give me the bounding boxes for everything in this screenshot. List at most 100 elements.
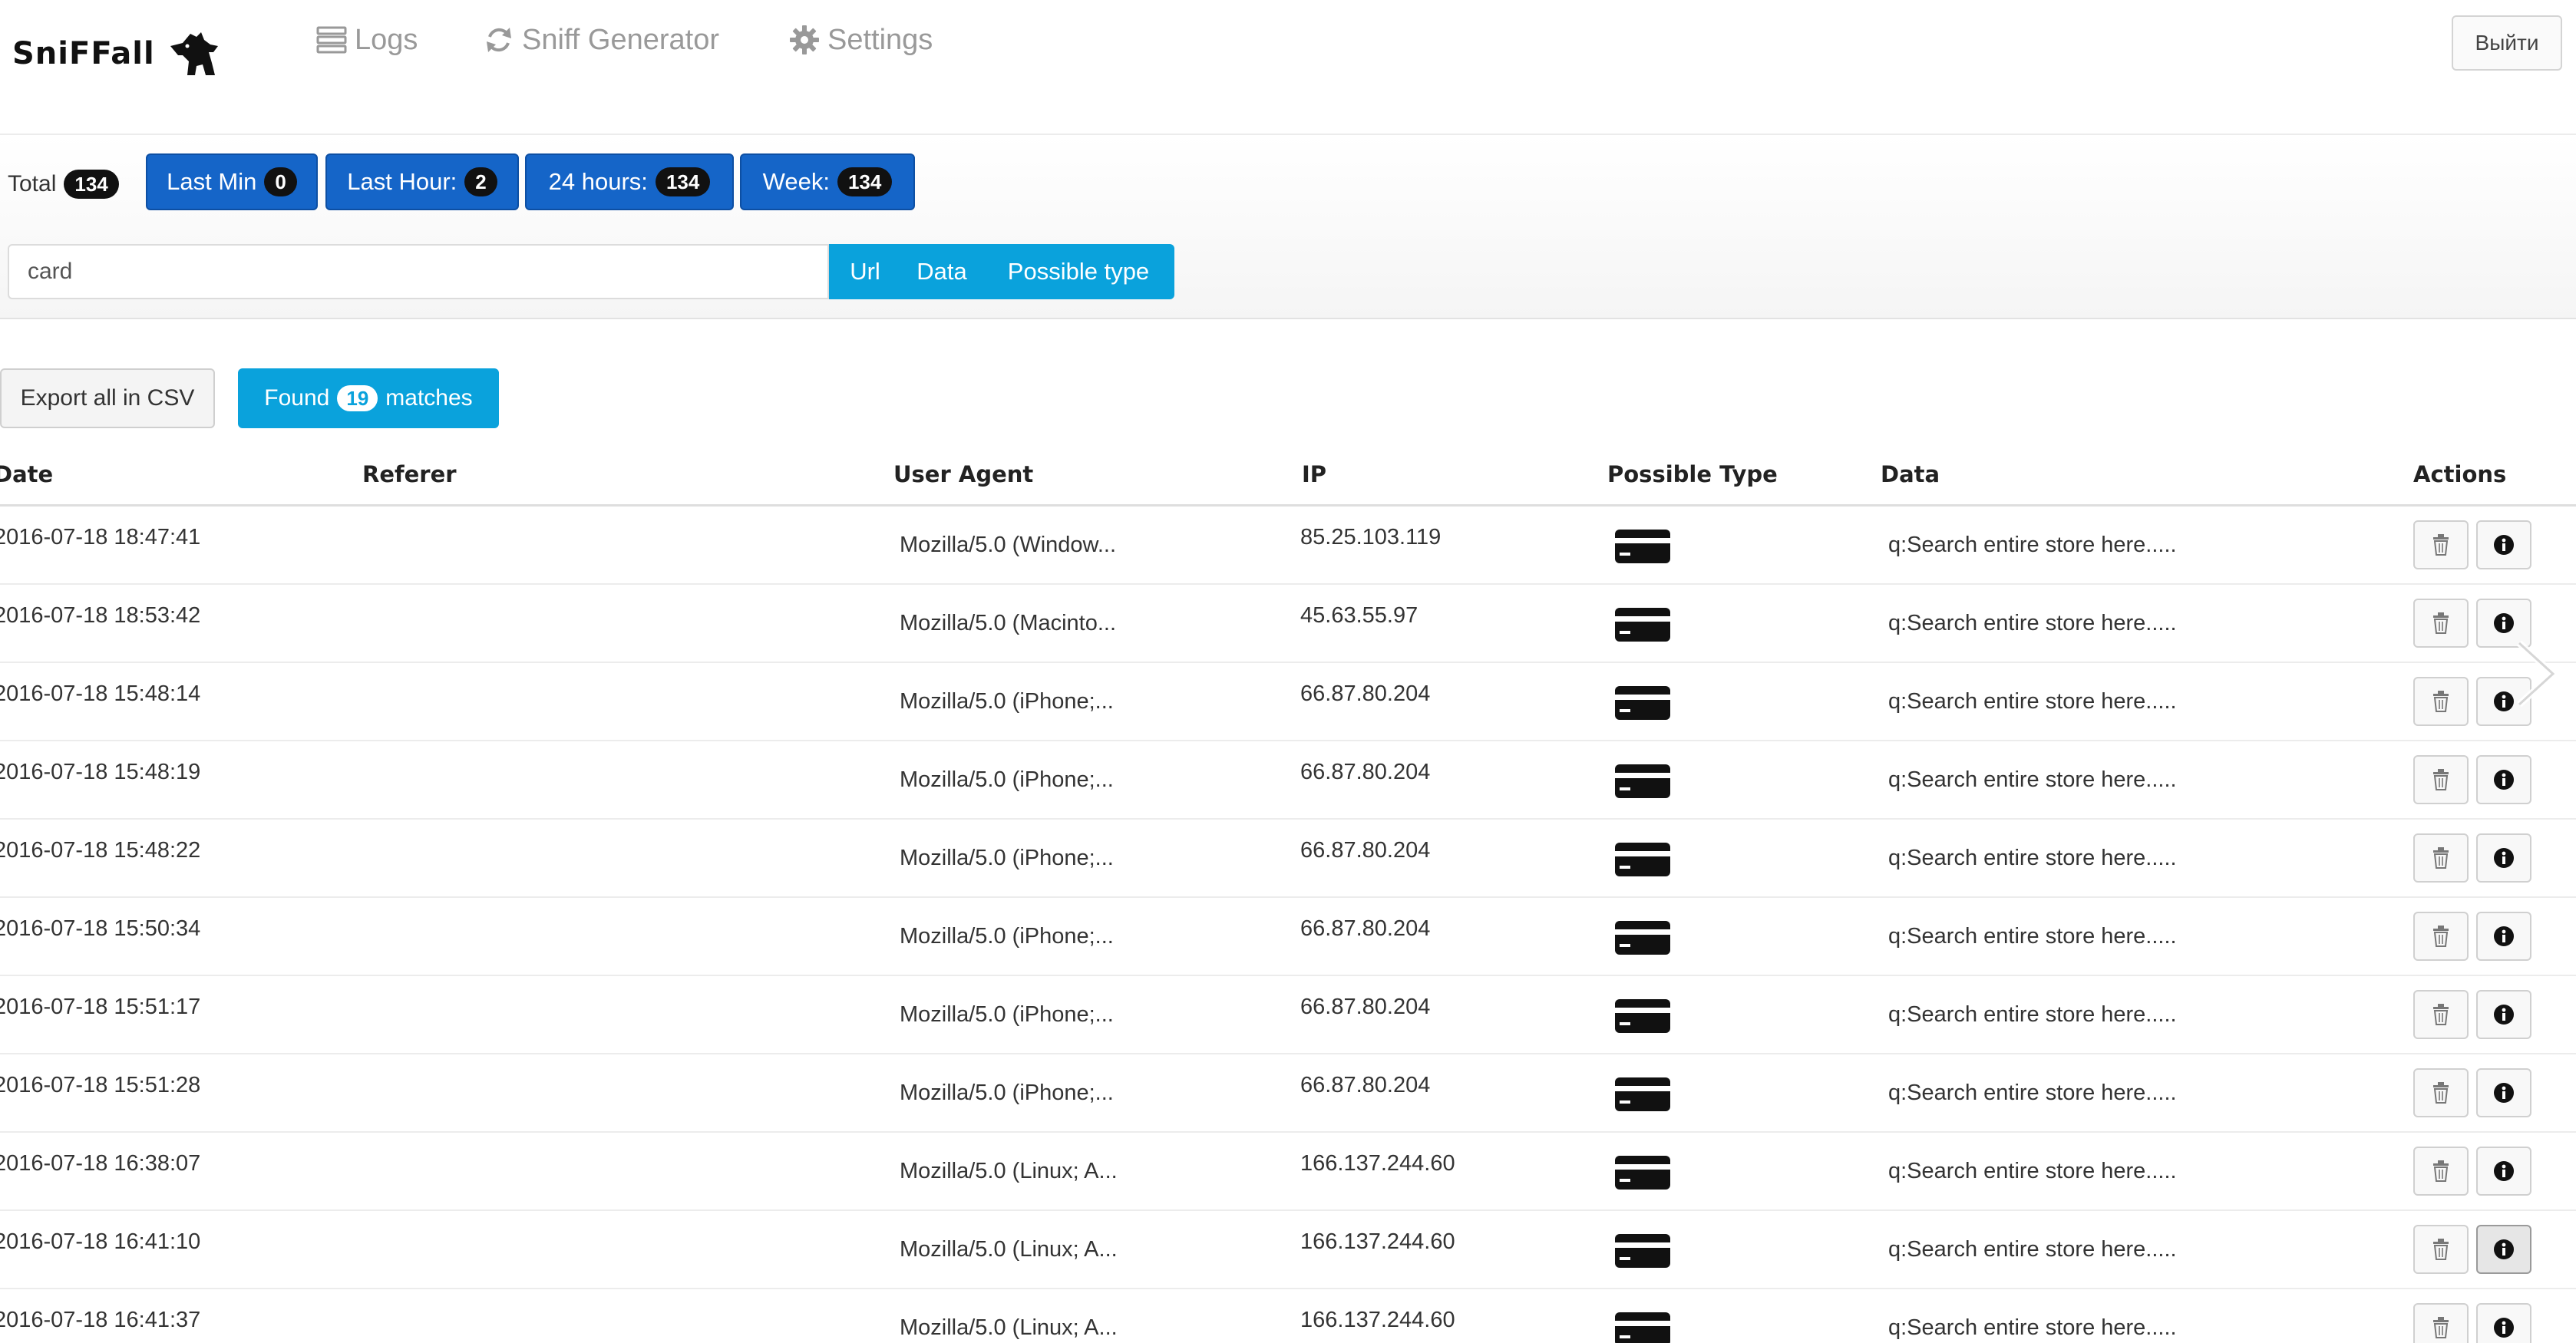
nav-settings-label: Settings xyxy=(827,23,933,56)
delete-button[interactable] xyxy=(2413,755,2469,804)
info-icon xyxy=(2494,1005,2514,1025)
table-row: 2016-07-18 15:50:34 Mozilla/5.0 (iPhone;… xyxy=(0,898,2576,976)
last-hour-badge: 2 xyxy=(464,167,497,196)
nav-settings[interactable]: Settings xyxy=(789,17,933,63)
table-row: 2016-07-18 18:47:41 Mozilla/5.0 (Window.… xyxy=(0,507,2576,585)
info-icon xyxy=(2494,535,2514,555)
last-min-badge: 0 xyxy=(264,167,297,196)
delete-button[interactable] xyxy=(2413,599,2469,648)
cell-user-agent: Mozilla/5.0 (Window... xyxy=(900,533,1117,557)
delete-button[interactable] xyxy=(2413,677,2469,726)
filter-url-button[interactable]: Url xyxy=(829,244,901,299)
cell-ip: 66.87.80.204 xyxy=(1300,838,1431,863)
24-hours-badge: 134 xyxy=(655,167,711,196)
cell-user-agent: Mozilla/5.0 (iPhone;... xyxy=(900,846,1114,870)
info-button[interactable] xyxy=(2476,520,2531,569)
filter-panel: Total 134 Last Min 0 Last Hour: 2 24 hou… xyxy=(0,135,2576,319)
cell-ip: 66.87.80.204 xyxy=(1300,916,1431,941)
column-header-referer[interactable]: Referer xyxy=(362,453,457,507)
info-button[interactable] xyxy=(2476,1147,2531,1196)
last-min-label: Last Min xyxy=(167,168,257,195)
credit-card-icon xyxy=(1615,530,1670,563)
last-min-button[interactable]: Last Min 0 xyxy=(146,153,318,210)
export-csv-button[interactable]: Export all in CSV xyxy=(0,368,215,428)
cell-date: 2016-07-18 16:41:37 xyxy=(0,1308,201,1332)
trash-icon xyxy=(2433,1160,2449,1182)
credit-card-icon xyxy=(1615,1156,1670,1190)
info-button[interactable] xyxy=(2476,833,2531,883)
logout-button[interactable]: Выйти xyxy=(2452,15,2562,71)
info-button[interactable] xyxy=(2476,1225,2531,1274)
delete-button[interactable] xyxy=(2413,833,2469,883)
nav-logs[interactable]: Logs xyxy=(316,17,418,63)
delete-button[interactable] xyxy=(2413,1068,2469,1117)
info-button[interactable] xyxy=(2476,1068,2531,1117)
cell-data: q:Search entire store here..... xyxy=(1888,1237,2177,1262)
nav-logs-label: Logs xyxy=(355,23,418,56)
brand[interactable]: SniFFall xyxy=(12,29,221,78)
info-button[interactable] xyxy=(2476,912,2531,961)
filter-possible-type-button[interactable]: Possible type xyxy=(983,244,1174,299)
info-icon xyxy=(2494,613,2514,633)
column-header-user-agent[interactable]: User Agent xyxy=(893,453,1033,507)
week-button[interactable]: Week: 134 xyxy=(740,153,915,210)
nav-sniff-generator[interactable]: Sniff Generator xyxy=(484,17,719,63)
column-header-possible-type[interactable]: Possible Type xyxy=(1607,453,1778,507)
delete-button[interactable] xyxy=(2413,520,2469,569)
info-icon xyxy=(2494,1161,2514,1181)
search-filter-group: Url Data Possible type xyxy=(829,244,1174,299)
trash-icon xyxy=(2433,1004,2449,1025)
info-icon xyxy=(2494,770,2514,790)
column-header-data[interactable]: Data xyxy=(1881,453,1940,507)
dog-logo-icon xyxy=(170,32,218,75)
trash-icon xyxy=(2433,769,2449,790)
cell-date: 2016-07-18 16:41:10 xyxy=(0,1229,201,1254)
delete-button[interactable] xyxy=(2413,990,2469,1039)
credit-card-icon xyxy=(1615,921,1670,955)
cell-ip: 66.87.80.204 xyxy=(1300,1073,1431,1097)
last-hour-label: Last Hour: xyxy=(347,168,457,195)
cell-date: 2016-07-18 15:51:28 xyxy=(0,1073,201,1097)
column-header-date[interactable]: Date xyxy=(0,453,53,507)
total-label: Total xyxy=(8,171,57,196)
credit-card-icon xyxy=(1615,1077,1670,1111)
refresh-icon xyxy=(487,28,511,52)
info-button[interactable] xyxy=(2476,1303,2531,1343)
table-row: 2016-07-18 15:51:28 Mozilla/5.0 (iPhone;… xyxy=(0,1054,2576,1133)
table-row: 2016-07-18 16:41:10 Mozilla/5.0 (Linux; … xyxy=(0,1211,2576,1289)
trash-icon xyxy=(2433,847,2449,869)
info-icon xyxy=(2494,926,2514,946)
delete-button[interactable] xyxy=(2413,912,2469,961)
cell-ip: 66.87.80.204 xyxy=(1300,995,1431,1019)
last-hour-button[interactable]: Last Hour: 2 xyxy=(325,153,519,210)
info-icon xyxy=(2494,1318,2514,1338)
cell-data: q:Search entire store here..... xyxy=(1888,1002,2177,1027)
delete-button[interactable] xyxy=(2413,1303,2469,1343)
found-matches-button[interactable]: Found 19 matches xyxy=(238,368,499,428)
chevron-right-icon[interactable] xyxy=(2504,635,2565,712)
trash-icon xyxy=(2433,612,2449,634)
info-button[interactable] xyxy=(2476,755,2531,804)
info-button[interactable] xyxy=(2476,990,2531,1039)
table-row: 2016-07-18 16:41:37 Mozilla/5.0 (Linux; … xyxy=(0,1289,2576,1343)
cell-ip: 66.87.80.204 xyxy=(1300,760,1431,784)
credit-card-icon xyxy=(1615,608,1670,642)
total-badge: 134 xyxy=(64,170,119,199)
trash-icon xyxy=(2433,1239,2449,1260)
cell-date: 2016-07-18 15:48:14 xyxy=(0,681,201,706)
filter-data-button[interactable]: Data xyxy=(901,244,983,299)
cell-data: q:Search entire store here..... xyxy=(1888,924,2177,949)
24-hours-button[interactable]: 24 hours: 134 xyxy=(525,153,734,210)
delete-button[interactable] xyxy=(2413,1225,2469,1274)
delete-button[interactable] xyxy=(2413,1147,2469,1196)
search-input[interactable] xyxy=(8,244,829,299)
table-row: 2016-07-18 15:48:14 Mozilla/5.0 (iPhone;… xyxy=(0,663,2576,741)
cell-data: q:Search entire store here..... xyxy=(1888,611,2177,635)
cell-data: q:Search entire store here..... xyxy=(1888,1159,2177,1183)
column-header-ip[interactable]: IP xyxy=(1302,453,1326,507)
cell-ip: 166.137.244.60 xyxy=(1300,1308,1455,1332)
cell-user-agent: Mozilla/5.0 (Linux; A... xyxy=(900,1315,1118,1340)
table-body: 2016-07-18 18:47:41 Mozilla/5.0 (Window.… xyxy=(0,507,2576,1343)
gear-icon xyxy=(790,25,819,54)
trash-icon xyxy=(2433,534,2449,556)
